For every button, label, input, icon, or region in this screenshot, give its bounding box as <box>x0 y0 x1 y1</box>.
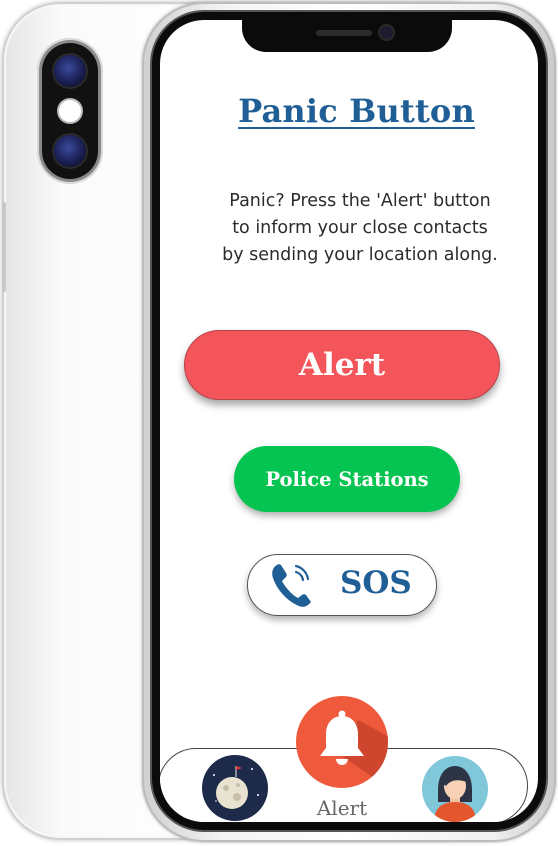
police-stations-button[interactable]: Police Stations <box>234 446 460 512</box>
sos-button[interactable]: SOS <box>247 554 437 616</box>
phone-front-body: Panic Button Panic? Press the 'Alert' bu… <box>142 2 556 842</box>
rear-camera-module <box>42 43 98 179</box>
speaker-grille <box>316 30 372 36</box>
page-title: Panic Button <box>238 92 475 130</box>
moon-icon[interactable] <box>202 755 268 821</box>
alert-button-label: Alert <box>298 347 386 383</box>
alert-button[interactable]: Alert <box>184 330 500 400</box>
sos-button-label: SOS <box>340 565 412 601</box>
instruction-line: by sending your location along. <box>222 245 498 265</box>
police-stations-button-label: Police Stations <box>265 467 429 491</box>
front-camera-icon <box>380 26 393 39</box>
camera-lens-icon <box>54 135 86 167</box>
phone-bezel: Panic Button Panic? Press the 'Alert' bu… <box>152 12 546 830</box>
alert-nav-label: Alert <box>316 796 368 820</box>
app-screen: Panic Button Panic? Press the 'Alert' bu… <box>160 20 538 822</box>
instruction-line: to inform your close contacts <box>232 218 488 238</box>
instruction-line: Panic? Press the 'Alert' button <box>229 191 491 211</box>
phone-call-icon <box>272 564 311 607</box>
user-avatar-icon[interactable] <box>422 756 488 822</box>
instruction-text: Panic? Press the 'Alert' button to infor… <box>190 188 530 269</box>
flash-icon <box>59 100 81 122</box>
phone-notch <box>242 20 452 52</box>
bell-icon[interactable] <box>296 696 388 788</box>
camera-lens-icon <box>54 55 86 87</box>
side-button <box>2 202 6 292</box>
device-mockup: Panic Button Panic? Press the 'Alert' bu… <box>0 0 558 846</box>
